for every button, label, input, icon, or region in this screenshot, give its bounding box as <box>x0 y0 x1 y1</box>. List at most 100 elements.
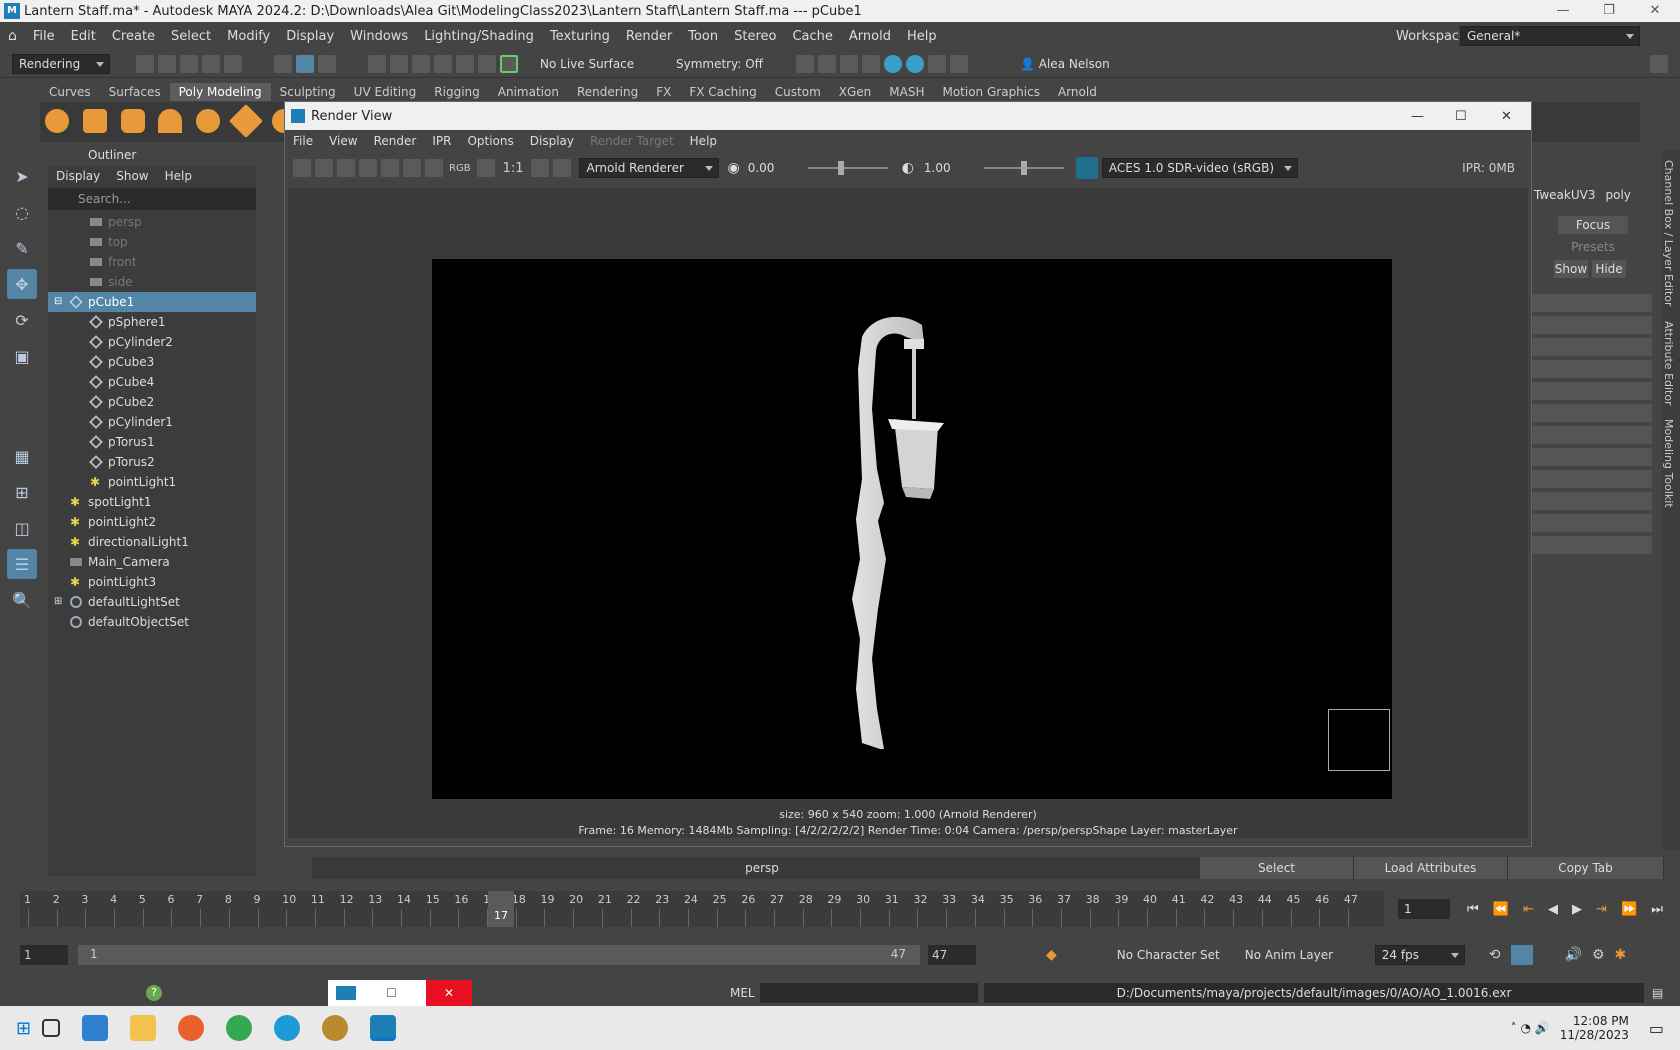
anim-prefs-icon[interactable]: ⚙ <box>1592 947 1605 963</box>
shelf-tab-motion-graphics[interactable]: Motion Graphics <box>933 83 1049 101</box>
render-settings-icon[interactable] <box>425 159 443 177</box>
outliner-item[interactable]: pCube3 <box>48 352 256 372</box>
prev-key-icon[interactable]: ⇤ <box>1523 902 1534 917</box>
menu-select[interactable]: Select <box>163 29 219 44</box>
restore-button[interactable]: ❐ <box>1586 0 1632 22</box>
firefox-icon[interactable] <box>178 1015 205 1041</box>
arnold-render-icon[interactable] <box>906 54 924 73</box>
fit-frame-icon[interactable] <box>531 159 550 177</box>
ipr-render-icon[interactable] <box>840 54 858 73</box>
step-forward-icon[interactable]: ⏩ <box>1621 902 1637 917</box>
shelf-tab-custom[interactable]: Custom <box>766 83 830 101</box>
outliner-item[interactable]: pCylinder2 <box>48 332 256 352</box>
maya-mini-icon[interactable] <box>336 986 356 1000</box>
go-to-end-icon[interactable]: ⏭ <box>1651 902 1663 917</box>
mini-restore-icon[interactable]: ☐ <box>386 986 397 1000</box>
outliner-search-input[interactable]: Search... <box>48 188 256 210</box>
outliner-menu-display[interactable]: Display <box>56 169 100 183</box>
loop-icon[interactable]: ⟲ <box>1489 947 1501 963</box>
renderer-dropdown[interactable]: Arnold Renderer <box>579 158 720 178</box>
shelf-tab-sculpting[interactable]: Sculpting <box>271 83 345 101</box>
rv-maximize-button[interactable]: ☐ <box>1455 109 1467 124</box>
menu-windows[interactable]: Windows <box>342 29 416 44</box>
remove-image-icon[interactable] <box>553 159 572 177</box>
menu-stereo[interactable]: Stereo <box>726 29 784 44</box>
shelf-tab-uv-editing[interactable]: UV Editing <box>345 83 426 101</box>
focus-button[interactable]: Focus <box>1558 216 1628 234</box>
rotate-tool-icon[interactable]: ⟳ <box>7 305 37 335</box>
poly-plane-icon[interactable] <box>229 104 264 138</box>
rv-menu-ipr[interactable]: IPR <box>424 134 459 148</box>
command-input[interactable] <box>760 983 978 1003</box>
task-view-icon[interactable] <box>42 1019 61 1037</box>
render-sequence-icon[interactable] <box>818 54 836 73</box>
rv-menu-file[interactable]: File <box>285 134 321 148</box>
current-frame-field[interactable]: 1 <box>1398 899 1450 919</box>
menu-render[interactable]: Render <box>618 29 680 44</box>
tray-icons[interactable]: ˄ ◔ 🔊 <box>1511 1021 1550 1035</box>
game-icon[interactable] <box>322 1015 349 1041</box>
menu-help[interactable]: Help <box>899 29 945 44</box>
rv-close-button[interactable]: ✕ <box>1501 109 1512 124</box>
poly-sphere-icon[interactable] <box>45 109 69 133</box>
menu-create[interactable]: Create <box>104 29 163 44</box>
mini-close-button[interactable]: ✕ <box>426 980 472 1006</box>
load-attributes-button[interactable]: Load Attributes <box>1354 857 1508 879</box>
menu-texturing[interactable]: Texturing <box>542 29 618 44</box>
lasso-tool-icon[interactable]: ◌ <box>7 197 37 227</box>
select-hierarchy-icon[interactable] <box>274 54 292 73</box>
save-scene-icon[interactable] <box>180 54 198 73</box>
shelf-tab-animation[interactable]: Animation <box>489 83 568 101</box>
menu-toon[interactable]: Toon <box>680 29 726 44</box>
command-language[interactable]: MEL <box>730 986 755 1000</box>
start-icon[interactable]: ⊞ <box>16 1018 31 1039</box>
notifications-icon[interactable]: ▭ <box>1649 1019 1664 1038</box>
scale-tool-icon[interactable]: ▣ <box>7 341 37 371</box>
outliner-item[interactable]: ✱ pointLight3 <box>48 572 256 592</box>
show-button[interactable]: Show <box>1554 260 1588 278</box>
menu-lighting-shading[interactable]: Lighting/Shading <box>416 29 542 44</box>
fps-dropdown[interactable]: 24 fps <box>1374 945 1465 965</box>
minimize-button[interactable]: — <box>1540 0 1586 22</box>
symmetry-field[interactable]: Symmetry: Off <box>676 57 772 71</box>
play-backwards-icon[interactable]: ◀ <box>1548 902 1558 917</box>
cache-playback-icon[interactable] <box>1510 945 1533 965</box>
hypershade-icon[interactable] <box>884 54 902 73</box>
hide-button[interactable]: Hide <box>1592 260 1626 278</box>
toggle-panel-icon[interactable] <box>1650 54 1668 73</box>
menu-display[interactable]: Display <box>278 29 342 44</box>
snapshot-icon[interactable] <box>337 159 355 177</box>
select-object-icon[interactable] <box>296 54 314 73</box>
help-icon[interactable]: ? <box>146 985 162 1001</box>
maya-taskbar-icon[interactable] <box>370 1015 397 1041</box>
shelf-tab-arnold[interactable]: Arnold <box>1049 83 1106 101</box>
anim-layer-dropdown[interactable]: No Anim Layer <box>1245 948 1365 962</box>
workspace-dropdown[interactable]: General* <box>1460 26 1640 46</box>
current-frame-marker[interactable]: 17 <box>488 891 514 927</box>
sound-icon[interactable]: 🔊 <box>1565 947 1582 963</box>
menu-edit[interactable]: Edit <box>63 29 104 44</box>
file-explorer-icon[interactable] <box>130 1015 157 1041</box>
ipr-icon[interactable] <box>381 159 399 177</box>
tweakuv-tab[interactable]: TweakUV3 <box>1534 188 1595 202</box>
keep-image-icon[interactable] <box>359 159 377 177</box>
snap-curve-icon[interactable] <box>390 54 408 73</box>
home-icon[interactable]: ⌂ <box>0 28 25 44</box>
search-icon[interactable]: 🔍 <box>7 585 37 615</box>
outliner-item[interactable]: ✱ spotLight1 <box>48 492 256 512</box>
step-back-icon[interactable]: ⏪ <box>1493 902 1509 917</box>
shelf-tab-poly-modeling[interactable]: Poly Modeling <box>169 83 271 101</box>
render-region-icon[interactable] <box>315 159 333 177</box>
shelf-tab-curves[interactable]: Curves <box>40 83 100 101</box>
new-scene-icon[interactable] <box>136 54 154 73</box>
channel-box-tab[interactable]: Channel Box / Layer Editor <box>1662 160 1675 307</box>
outliner-item[interactable]: ✱ directionalLight1 <box>48 532 256 552</box>
expand-toggle-icon[interactable]: ⊞ <box>54 592 62 612</box>
menu-modify[interactable]: Modify <box>219 29 278 44</box>
rv-menu-display[interactable]: Display <box>522 134 582 148</box>
snap-grid-icon[interactable] <box>368 54 386 73</box>
outliner-item[interactable]: pCube2 <box>48 392 256 412</box>
close-button[interactable]: ✕ <box>1632 0 1678 22</box>
auto-key-icon[interactable]: ◆ <box>1046 947 1057 963</box>
menu-file[interactable]: File <box>25 29 63 44</box>
